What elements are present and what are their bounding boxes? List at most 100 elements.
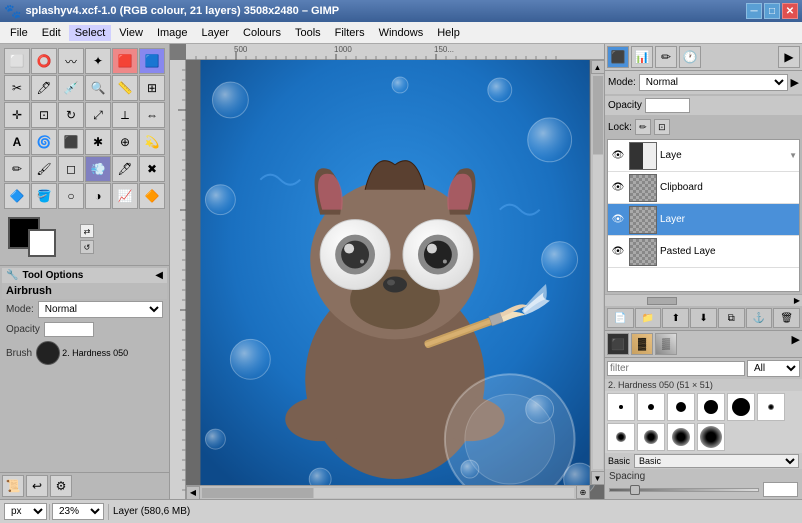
tool-shear[interactable]: ⟂ bbox=[112, 102, 138, 128]
tool-fg-color[interactable]: 🟥 bbox=[112, 48, 138, 74]
brush-item[interactable] bbox=[667, 393, 695, 421]
menu-tools[interactable]: Tools bbox=[289, 25, 327, 41]
layers-scroll-thumb[interactable] bbox=[647, 297, 677, 305]
tool-settings[interactable]: ⚙ bbox=[50, 475, 72, 497]
brush-mode-btn-3[interactable]: ▒ bbox=[655, 333, 677, 355]
raise-layer-button[interactable]: ⬆ bbox=[662, 308, 689, 328]
layer-item[interactable]: 👁 Pasted Laye bbox=[608, 236, 799, 268]
tool-blend[interactable]: 🔷 bbox=[4, 183, 30, 209]
spacing-track[interactable] bbox=[609, 488, 759, 492]
horizontal-scrollbar[interactable]: ◀ ▶ ⊕ bbox=[186, 485, 590, 499]
vertical-scrollbar[interactable]: ▲ ▼ bbox=[590, 60, 604, 485]
tool-dodge[interactable]: ◑ bbox=[85, 183, 111, 209]
menu-file[interactable]: File bbox=[4, 25, 34, 41]
background-color[interactable] bbox=[28, 229, 56, 257]
tool-scale[interactable]: ⤢ bbox=[85, 102, 111, 128]
scroll-left-button[interactable]: ◀ bbox=[186, 486, 200, 500]
brush-item[interactable] bbox=[637, 423, 665, 451]
scroll-up-button[interactable]: ▲ bbox=[591, 60, 605, 74]
brush-mode-btn-2[interactable]: ▓ bbox=[631, 333, 653, 355]
tool-bucket[interactable]: 🪣 bbox=[31, 183, 57, 209]
opacity-input[interactable]: 100,0 bbox=[44, 322, 94, 337]
tool-align[interactable]: ⊞ bbox=[139, 75, 165, 101]
tool-paths[interactable]: 🖊 bbox=[31, 75, 57, 101]
tool-free-select[interactable]: 〰 bbox=[58, 48, 84, 74]
swap-colors-icon[interactable]: ⇄ bbox=[80, 224, 94, 238]
scroll-down-button[interactable]: ▼ bbox=[591, 471, 605, 485]
layers-scroll-right[interactable]: ▶ bbox=[794, 296, 800, 305]
lock-pixels-icon[interactable]: ✏ bbox=[635, 119, 651, 135]
menu-layer[interactable]: Layer bbox=[196, 25, 236, 41]
tool-flip[interactable]: ⇔ bbox=[139, 102, 165, 128]
brush-item[interactable] bbox=[757, 393, 785, 421]
brush-item[interactable] bbox=[697, 423, 725, 451]
tool-color-picker[interactable]: 💉 bbox=[58, 75, 84, 101]
brush-item[interactable] bbox=[727, 393, 755, 421]
history-icon-btn[interactable]: 🕐 bbox=[679, 46, 701, 68]
tool-convolve[interactable]: ○ bbox=[58, 183, 84, 209]
canvas-viewport[interactable] bbox=[186, 60, 604, 499]
tool-undo[interactable]: ↩ bbox=[26, 475, 48, 497]
lock-alpha-icon[interactable]: ⊡ bbox=[654, 119, 670, 135]
layer-visibility-icon[interactable]: 👁 bbox=[610, 180, 626, 196]
brushes-collapse-icon[interactable]: ▶ bbox=[792, 333, 800, 355]
unit-select[interactable]: px mm in bbox=[4, 503, 47, 520]
layers-mode-select[interactable]: Normal Multiply bbox=[639, 74, 788, 91]
brush-item[interactable] bbox=[637, 393, 665, 421]
tool-crop[interactable]: ⊡ bbox=[31, 102, 57, 128]
tool-eraser[interactable]: ◻ bbox=[58, 156, 84, 182]
tool-measure[interactable]: 📏 bbox=[112, 75, 138, 101]
brush-item[interactable] bbox=[607, 393, 635, 421]
tool-heal[interactable]: ⊕ bbox=[112, 129, 138, 155]
paths-icon-btn[interactable]: ✏ bbox=[655, 46, 677, 68]
tool-warp[interactable]: 🌀 bbox=[31, 129, 57, 155]
tool-fuzzy-select[interactable]: ✦ bbox=[85, 48, 111, 74]
tool-clone[interactable]: ✱ bbox=[85, 129, 111, 155]
tool-airbrush[interactable]: 💨 bbox=[85, 156, 111, 182]
menu-windows[interactable]: Windows bbox=[373, 25, 430, 41]
tool-paint[interactable]: 🖌 bbox=[31, 156, 57, 182]
tool-curves[interactable]: 📈 bbox=[112, 183, 138, 209]
spacing-value-input[interactable]: 10,0 bbox=[763, 482, 798, 497]
tool-options-expand[interactable]: ◀ bbox=[155, 270, 163, 281]
tool-ellipse-select[interactable]: ⭕ bbox=[31, 48, 57, 74]
brush-item[interactable] bbox=[667, 423, 695, 451]
tool-rect-select[interactable]: ⬜ bbox=[4, 48, 30, 74]
tool-bg-color[interactable]: 🟦 bbox=[139, 48, 165, 74]
layer-item[interactable]: 👁 Clipboard bbox=[608, 172, 799, 204]
tool-heal2[interactable]: ✖ bbox=[139, 156, 165, 182]
anchor-layer-button[interactable]: ⚓ bbox=[746, 308, 773, 328]
new-layer-button[interactable]: 📄 bbox=[607, 308, 634, 328]
layer-visibility-icon[interactable]: 👁 bbox=[610, 244, 626, 260]
tool-pencil[interactable]: ✏ bbox=[4, 156, 30, 182]
tool-text[interactable]: A bbox=[4, 129, 30, 155]
brush-category-select[interactable]: All bbox=[747, 360, 800, 377]
panel-collapse-icon[interactable]: ▶ bbox=[778, 46, 800, 68]
layer-item[interactable]: 👁 Layer bbox=[608, 204, 799, 236]
menu-help[interactable]: Help bbox=[431, 25, 466, 41]
menu-filters[interactable]: Filters bbox=[329, 25, 371, 41]
lower-layer-button[interactable]: ⬇ bbox=[690, 308, 717, 328]
reset-colors-icon[interactable]: ↺ bbox=[80, 240, 94, 254]
scroll-thumb-v[interactable] bbox=[593, 76, 603, 469]
new-layer-group-button[interactable]: 📁 bbox=[635, 308, 662, 328]
brush-filter-input[interactable] bbox=[607, 361, 745, 376]
mode-select[interactable]: Normal Multiply Screen bbox=[38, 301, 163, 318]
brush-item[interactable] bbox=[607, 423, 635, 451]
layers-scrollbar[interactable]: ▶ bbox=[605, 294, 802, 306]
minimize-button[interactable]: ─ bbox=[746, 3, 762, 19]
menu-edit[interactable]: Edit bbox=[36, 25, 67, 41]
tool-levels[interactable]: 🔶 bbox=[139, 183, 165, 209]
layer-item[interactable]: 👁 Laye ▼ bbox=[608, 140, 799, 172]
tool-zoom[interactable]: 🔍 bbox=[85, 75, 111, 101]
menu-select[interactable]: Select bbox=[69, 25, 112, 41]
zoom-select[interactable]: 23% 50% 100% bbox=[52, 503, 104, 520]
tool-smudge[interactable]: 💫 bbox=[139, 129, 165, 155]
layer-visibility-icon[interactable]: 👁 bbox=[610, 148, 626, 164]
scroll-thumb-h[interactable] bbox=[202, 488, 574, 498]
brush-mode-btn-1[interactable]: ⬛ bbox=[607, 333, 629, 355]
menu-colours[interactable]: Colours bbox=[237, 25, 287, 41]
tool-ink[interactable]: 🖋 bbox=[112, 156, 138, 182]
opacity-input-layers[interactable]: 100,0 bbox=[645, 98, 690, 113]
close-button[interactable]: ✕ bbox=[782, 3, 798, 19]
